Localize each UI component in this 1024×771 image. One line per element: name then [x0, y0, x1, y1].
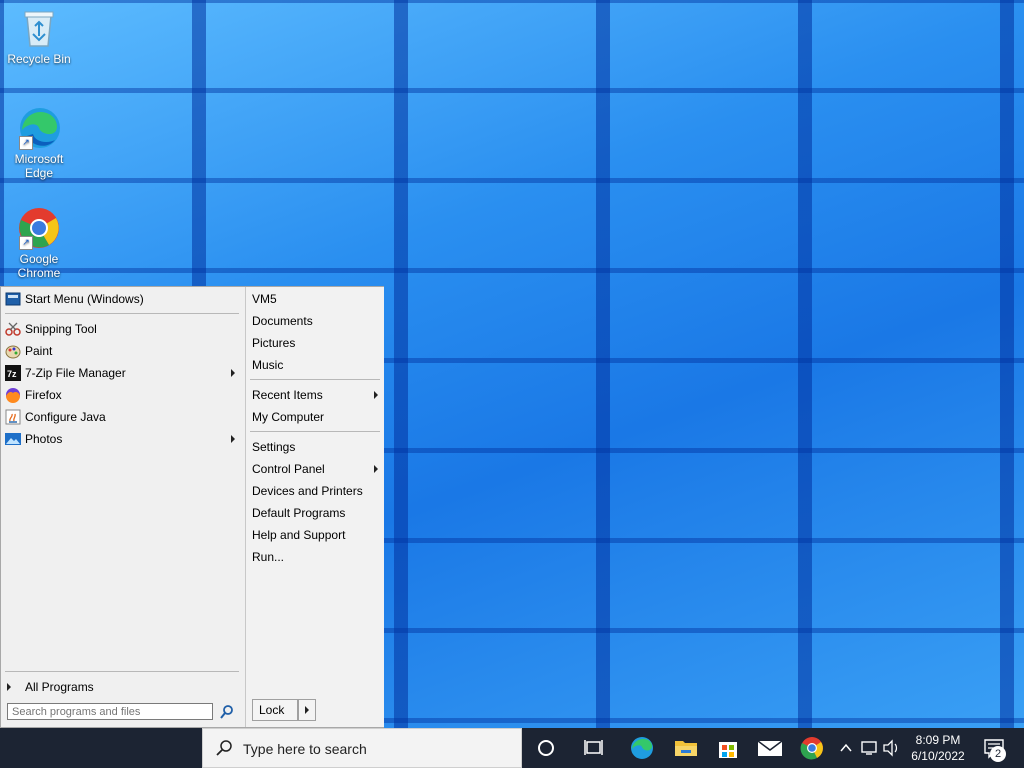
program-configure-java[interactable]: Configure Java [3, 407, 241, 427]
photos-icon [5, 431, 21, 447]
recent-items-link[interactable]: Recent Items [252, 385, 380, 405]
clock-time: 8:09 PM [915, 733, 961, 747]
cortana-icon [538, 740, 554, 756]
taskbar-chrome-button[interactable] [790, 728, 834, 768]
start-menu-places-pane: VM5 Documents Pictures Music Recent Item… [245, 287, 384, 727]
devices-printers-link[interactable]: Devices and Printers [252, 481, 380, 501]
chrome-icon [800, 737, 823, 760]
submenu-arrow-icon [231, 369, 235, 377]
documents-link[interactable]: Documents [252, 311, 380, 331]
start-menu-icon [5, 291, 21, 307]
submenu-arrow-icon [374, 465, 378, 473]
shortcut-arrow-icon: ↗ [19, 236, 33, 250]
chevron-right-icon [7, 683, 11, 691]
desktop-icon-microsoft-edge[interactable]: ↗ Microsoft Edge [4, 106, 74, 180]
7zip-icon: 7z [5, 365, 21, 381]
start-menu: Start Menu (Windows) Snipping Tool Paint… [0, 286, 384, 728]
shortcut-arrow-icon: ↗ [19, 136, 33, 150]
edge-icon [631, 737, 653, 759]
mail-icon [757, 740, 783, 756]
cortana-button[interactable] [524, 728, 568, 768]
submenu-arrow-icon [374, 391, 378, 399]
firefox-icon [5, 387, 21, 403]
task-view-button[interactable] [572, 728, 616, 768]
taskbar-mail-button[interactable] [748, 728, 792, 768]
program-7zip[interactable]: 7z 7-Zip File Manager [3, 363, 241, 383]
edge-icon: ↗ [17, 106, 61, 150]
music-link[interactable]: Music [252, 355, 380, 375]
taskbar: Type here to search 8:09 PM 6/10/2022 2 [0, 728, 1024, 768]
chrome-icon: ↗ [17, 206, 61, 250]
scissors-icon [5, 321, 21, 337]
run-link[interactable]: Run... [252, 547, 380, 567]
clock-date: 6/10/2022 [911, 749, 965, 763]
action-center-button[interactable]: 2 [976, 728, 1020, 768]
task-view-icon [584, 740, 603, 755]
notification-count-badge: 2 [990, 746, 1006, 762]
program-snipping-tool[interactable]: Snipping Tool [3, 319, 241, 339]
settings-link[interactable]: Settings [252, 437, 380, 457]
program-paint[interactable]: Paint [3, 341, 241, 361]
search-icon[interactable] [219, 704, 235, 720]
my-computer-link[interactable]: My Computer [252, 407, 380, 427]
desktop-icon-label: Recycle Bin [7, 52, 71, 66]
desktop-icon-google-chrome[interactable]: ↗ Google Chrome [4, 206, 74, 280]
recycle-bin-icon [17, 6, 61, 50]
system-tray [836, 728, 906, 768]
separator [5, 671, 239, 672]
pictures-link[interactable]: Pictures [252, 333, 380, 353]
network-icon[interactable] [861, 741, 877, 755]
control-panel-link[interactable]: Control Panel [252, 459, 380, 479]
volume-icon[interactable] [883, 739, 898, 757]
taskbar-edge-button[interactable] [620, 728, 664, 768]
program-firefox[interactable]: Firefox [3, 385, 241, 405]
start-menu-programs-pane: Start Menu (Windows) Snipping Tool Paint… [1, 287, 245, 727]
java-icon [5, 409, 21, 425]
taskbar-clock[interactable]: 8:09 PM 6/10/2022 [908, 732, 968, 764]
start-menu-header[interactable]: Start Menu (Windows) [3, 289, 241, 309]
help-support-link[interactable]: Help and Support [252, 525, 380, 545]
separator [250, 431, 380, 432]
desktop-icon-recycle-bin[interactable]: Recycle Bin [4, 6, 74, 66]
chevron-up-icon[interactable] [840, 743, 852, 752]
taskbar-search-placeholder: Type here to search [243, 741, 367, 757]
desktop-icon-label: Google Chrome [17, 252, 61, 280]
separator [5, 313, 239, 314]
separator [250, 379, 380, 380]
folder-icon [675, 741, 697, 756]
program-photos[interactable]: Photos [3, 429, 241, 449]
user-folder-link[interactable]: VM5 [252, 289, 380, 309]
search-icon [215, 739, 233, 760]
lock-button[interactable]: Lock [252, 699, 298, 721]
default-programs-link[interactable]: Default Programs [252, 503, 380, 523]
search-programs-input[interactable] [7, 703, 213, 720]
submenu-arrow-icon [231, 435, 235, 443]
taskbar-store-button[interactable] [706, 728, 750, 768]
store-icon [719, 742, 737, 758]
svg-text:7z: 7z [7, 369, 17, 379]
taskbar-search-box[interactable]: Type here to search [202, 728, 522, 768]
palette-icon [5, 343, 21, 359]
shutdown-options-button[interactable] [298, 699, 316, 721]
all-programs-button[interactable]: All Programs [3, 677, 241, 697]
taskbar-file-explorer-button[interactable] [664, 728, 708, 768]
desktop-icon-label: Microsoft Edge [14, 152, 64, 180]
